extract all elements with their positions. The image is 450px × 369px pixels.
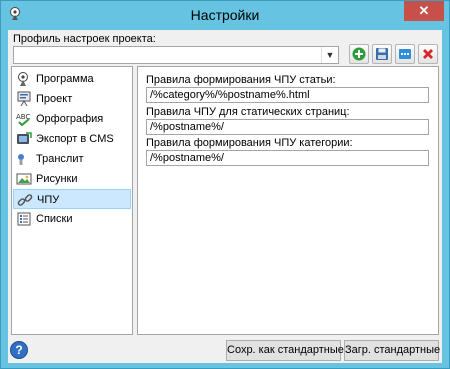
nav-item-label: Орфография xyxy=(36,113,104,125)
profile-select[interactable]: ▼ xyxy=(13,46,339,64)
nav-item-links[interactable]: ЧПУ xyxy=(13,189,131,209)
nav-item-label: Списки xyxy=(36,213,73,225)
window-title: Настройки xyxy=(190,7,260,23)
close-button[interactable]: ✕ xyxy=(404,1,444,21)
nav-item-translit[interactable]: Транслит xyxy=(13,149,131,169)
nav-item-label: Программа xyxy=(36,73,94,85)
nav-item-program[interactable]: Программа xyxy=(13,69,131,89)
nav-item-label: Экспорт в CMS xyxy=(36,133,114,145)
delete-profile-button[interactable] xyxy=(418,44,438,64)
category-url-rule-label: Правила формирования ЧПУ категории: xyxy=(146,137,353,149)
nav-item-label: ЧПУ xyxy=(37,194,60,206)
category-url-rule-input[interactable]: /%postname%/ xyxy=(146,150,429,166)
delete-icon xyxy=(423,49,433,59)
rename-profile-button[interactable] xyxy=(395,44,415,64)
static-page-url-rule-label: Правила ЧПУ для статических страниц: xyxy=(146,106,350,118)
nav-item-project[interactable]: Проект xyxy=(13,89,131,109)
save-profile-button[interactable] xyxy=(372,44,392,64)
article-url-rule-input[interactable]: /%category%/%postname%.html xyxy=(146,87,429,103)
save-icon xyxy=(376,48,388,60)
settings-content: Правила формирования ЧПУ статьи: /%categ… xyxy=(137,66,439,335)
profile-label: Профиль настроек проекта: xyxy=(13,33,156,45)
nav-item-export-cms[interactable]: Экспорт в CMS xyxy=(13,129,131,149)
project-icon xyxy=(16,91,32,107)
settings-window: Настройки ✕ Профиль настроек проекта: ▼ … xyxy=(0,0,450,369)
help-button[interactable]: ? xyxy=(10,341,28,359)
nav-item-label: Рисунки xyxy=(36,173,78,185)
add-icon xyxy=(352,47,366,61)
add-profile-button[interactable] xyxy=(349,44,369,64)
rename-icon xyxy=(399,49,411,59)
spellcheck-icon: ABC xyxy=(16,111,32,127)
nav-item-label: Проект xyxy=(36,93,73,105)
lists-icon xyxy=(16,211,32,227)
nav-item-images[interactable]: Рисунки xyxy=(13,169,131,189)
article-url-rule-label: Правила формирования ЧПУ статьи: xyxy=(146,74,336,86)
title-bar[interactable]: Настройки ✕ xyxy=(1,1,449,29)
load-default-button[interactable]: Загр. стандартные xyxy=(344,340,440,361)
client-area: Профиль настроек проекта: ▼ Программа Пр… xyxy=(8,30,442,363)
program-icon xyxy=(16,71,32,87)
settings-nav: Программа Проект ABC Орфография Экспорт … xyxy=(11,66,133,335)
nav-item-label: Транслит xyxy=(36,153,84,165)
save-as-default-button[interactable]: Сохр. как стандартные xyxy=(226,340,344,361)
links-icon xyxy=(17,192,33,208)
images-icon xyxy=(16,171,32,187)
translit-icon xyxy=(16,151,32,167)
static-page-url-rule-input[interactable]: /%postname%/ xyxy=(146,119,429,135)
nav-item-spellcheck[interactable]: ABC Орфография xyxy=(13,109,131,129)
chevron-down-icon[interactable]: ▼ xyxy=(321,47,338,63)
nav-item-lists[interactable]: Списки xyxy=(13,209,131,229)
export-cms-icon xyxy=(16,131,32,147)
